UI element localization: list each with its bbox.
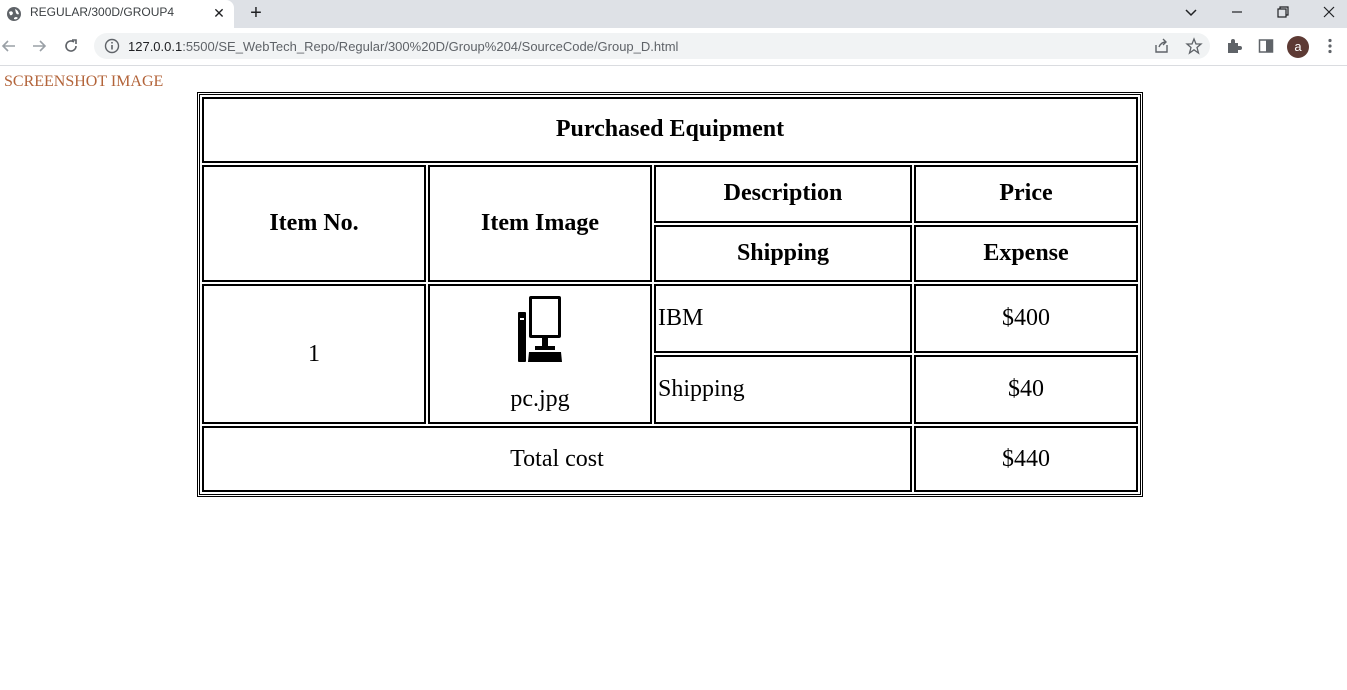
computer-icon	[518, 295, 562, 362]
cell-item-image: pc.jpg	[428, 284, 652, 425]
cell-shipping-cost: $40	[914, 355, 1139, 425]
header-item-no: Item No.	[202, 164, 426, 283]
table-row: 1 pc.jpg IBM $400	[202, 284, 1139, 425]
browser-tab[interactable]: REGULAR/300D/GROUP4 ✕	[0, 0, 234, 28]
header-description: Description	[654, 164, 912, 223]
table-caption: Purchased Equipment	[202, 97, 1139, 163]
header-expense: Expense	[914, 224, 1139, 283]
restore-icon[interactable]	[1273, 2, 1293, 22]
side-panel-icon[interactable]	[1257, 37, 1275, 55]
profile-avatar[interactable]: a	[1287, 36, 1309, 58]
address-bar[interactable]: 127.0.0.1:5500/SE_WebTech_Repo/Regular/3…	[94, 33, 1210, 59]
total-row: Total cost $440	[202, 426, 1139, 492]
total-label: Total cost	[202, 426, 912, 492]
cell-item-no: 1	[202, 284, 426, 425]
header-price: Price	[914, 164, 1139, 223]
url-host: 127.0.0.1	[128, 39, 183, 54]
share-icon[interactable]	[1153, 37, 1171, 55]
star-icon[interactable]	[1185, 37, 1203, 55]
extensions-icon[interactable]	[1225, 37, 1243, 55]
back-icon[interactable]	[0, 37, 18, 55]
url-text[interactable]: 127.0.0.1:5500/SE_WebTech_Repo/Regular/3…	[128, 39, 678, 54]
close-window-icon[interactable]	[1319, 2, 1339, 22]
cell-description: IBM	[654, 284, 912, 354]
forward-icon[interactable]	[30, 37, 48, 55]
globe-icon	[7, 7, 21, 21]
tab-search-icon[interactable]	[1181, 2, 1201, 22]
new-tab-icon[interactable]: +	[246, 3, 266, 23]
tab-title: REGULAR/300D/GROUP4	[30, 5, 175, 19]
total-value: $440	[914, 426, 1139, 492]
minimize-icon[interactable]	[1227, 2, 1247, 22]
cell-shipping-label: Shipping	[654, 355, 912, 425]
menu-dots-icon[interactable]	[1321, 37, 1339, 55]
info-icon[interactable]	[104, 38, 120, 54]
close-tab-icon[interactable]: ✕	[211, 5, 227, 21]
header-shipping: Shipping	[654, 224, 912, 283]
screenshot-image-label: SCREENSHOT IMAGE	[4, 73, 164, 90]
reload-icon[interactable]	[62, 37, 80, 55]
header-item-image: Item Image	[428, 164, 652, 283]
purchased-equipment-table: Purchased Equipment Item No. Item Image …	[197, 92, 1144, 497]
tab-strip: REGULAR/300D/GROUP4 ✕ +	[0, 0, 1347, 28]
url-path: :5500/SE_WebTech_Repo/Regular/300%20D/Gr…	[182, 39, 679, 54]
browser-toolbar: 127.0.0.1:5500/SE_WebTech_Repo/Regular/3…	[0, 28, 1347, 66]
cell-price: $400	[914, 284, 1139, 354]
image-alt-text: pc.jpg	[510, 385, 570, 412]
